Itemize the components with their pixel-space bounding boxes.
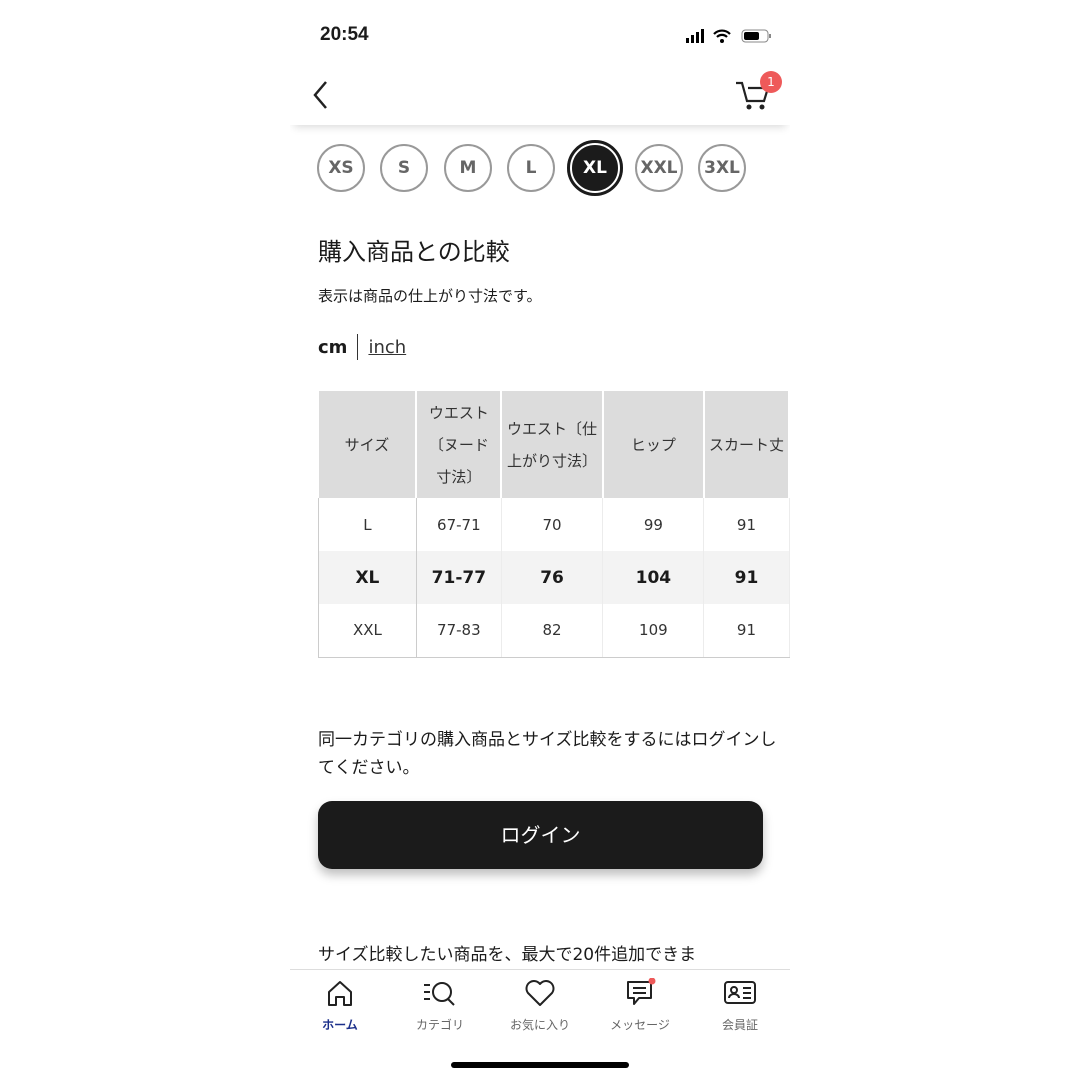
cell: 70 [501,498,604,551]
nav-favorites[interactable]: お気に入り [490,978,590,1033]
unit-inch[interactable]: inch [368,337,406,358]
home-indicator[interactable] [451,1062,629,1068]
notification-dot [648,978,656,985]
nav-label: 会員証 [721,1018,758,1032]
login-prompt: 同一カテゴリの購入商品とサイズ比較をするにはログインしてください。 [318,730,777,778]
unit-cm[interactable]: cm [318,337,347,358]
size-table: サイズ ウエスト〔ヌード寸法〕 ウエスト〔仕上がり寸法〕 ヒップ スカート丈 L… [318,391,790,658]
divider [357,334,359,360]
cell: 82 [501,604,604,658]
cell: 77-83 [416,604,502,658]
message-icon [627,978,656,1005]
table-row-highlighted: XL 71-77 76 104 91 [318,551,790,604]
login-button[interactable]: ログイン [318,801,763,869]
size-xxl[interactable]: XXL [635,144,683,192]
cell: XL [318,551,417,604]
nav-messages[interactable]: メッセージ [590,978,690,1033]
cell: L [318,498,417,551]
page-title: 購入商品との比較 [318,238,510,266]
nav-member-card[interactable]: 会員証 [690,978,790,1033]
nav-category[interactable]: カテゴリ [390,978,490,1033]
cell: 91 [703,498,790,551]
nav-home[interactable]: ホーム [290,978,390,1033]
category-search-icon [424,982,455,1006]
table-row: L 67-71 70 99 91 [318,498,790,551]
cell: 99 [602,498,705,551]
cell: 71-77 [416,551,502,604]
table-row: XXL 77-83 82 109 91 [318,604,790,658]
cell: 91 [703,604,790,658]
cell: XXL [318,604,417,658]
nav-label: ホーム [322,1018,358,1032]
compare-note: サイズ比較したい商品を、最大で20件追加できま [318,945,697,965]
size-xs[interactable]: XS [317,144,365,192]
header-skirt-length: スカート丈 [703,391,790,498]
cart-badge: 1 [760,71,782,93]
size-m[interactable]: M [444,144,492,192]
size-3xl[interactable]: 3XL [698,144,746,192]
phone-screen: 20:54 1 XS S M L XL XXL 3XL 購入商品との比較 表示は… [290,0,790,1080]
cell: 76 [501,551,604,604]
member-card-icon [724,981,756,1004]
nav-label: メッセージ [610,1018,670,1032]
size-xl-selected[interactable]: XL [567,140,623,196]
header-size: サイズ [318,391,418,498]
cell: 67-71 [416,498,502,551]
cell: 109 [602,604,705,658]
unit-toggle: cm inch [318,334,406,360]
cell: 104 [602,551,705,604]
status-time: 20:54 [320,24,369,45]
cell: 91 [703,551,790,604]
subtitle: 表示は商品の仕上がり寸法です。 [318,287,542,305]
nav-label: お気に入り [509,1018,570,1032]
header-hip: ヒップ [602,391,705,498]
size-l[interactable]: L [507,144,555,192]
size-s[interactable]: S [380,144,428,192]
back-icon[interactable] [312,80,330,110]
table-header: サイズ ウエスト〔ヌード寸法〕 ウエスト〔仕上がり寸法〕 ヒップ スカート丈 [318,391,790,498]
nav-label: カテゴリ [415,1018,464,1032]
home-icon [328,981,352,1006]
top-bar [290,60,790,125]
header-waist-finished: ウエスト〔仕上がり寸法〕 [501,391,604,498]
header-waist-nude: ウエスト〔ヌード寸法〕 [416,391,503,498]
status-icons [686,29,771,43]
heart-icon [525,980,555,1006]
